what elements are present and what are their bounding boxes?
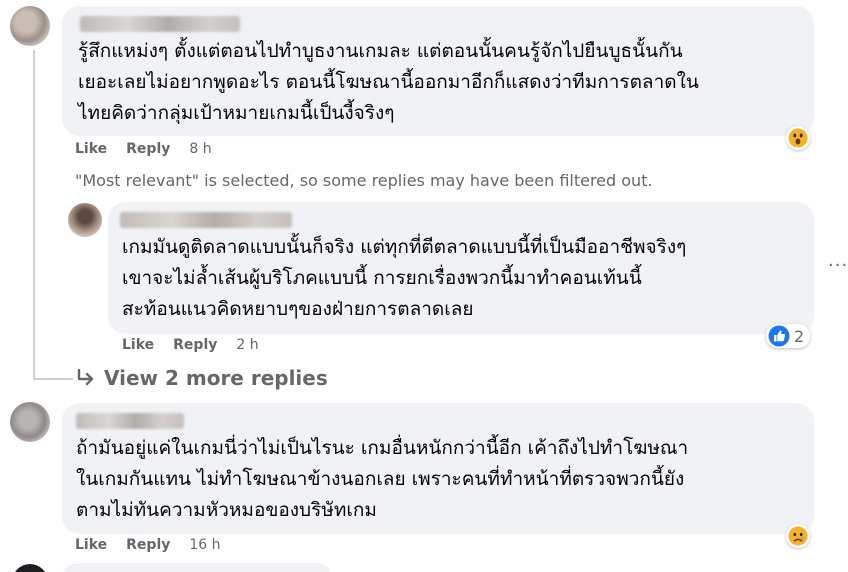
comment-actions: Like Reply 16 h [75,537,221,553]
thread-line [33,50,35,380]
comment-actions: Like Reply 2 h [122,337,259,353]
comment-bubble [62,563,332,572]
like-button[interactable]: Like [75,537,107,553]
wow-reaction-icon[interactable] [786,126,810,150]
avatar[interactable] [10,402,50,442]
comment-text-line: รู้สึกแหม่งๆ ตั้งแต่ตอนไปทำบูธงานเกมละ แ… [78,40,683,62]
comment-timestamp[interactable]: 8 h [189,141,211,157]
like-reaction-icon [768,325,790,347]
comment-text: รู้สึกแหม่งๆ ตั้งแต่ตอนไปทำบูธงานเกมละ แ… [78,36,699,129]
comment-text-line: ไทยคิดว่ากลุ่มเป้าหมายเกมนี้เป็นงี้จริงๆ [78,102,395,124]
view-more-replies-label: View 2 more replies [104,366,328,390]
comment-text: ถ้ามันอยู่แค่ในเกมนี่ว่าไม่เป็นไรนะ เกมอ… [76,433,688,526]
comment-text-line: ในเกมกันแทน ไม่ทำโฆษณาข้างนอกเลย เพราะคน… [76,468,685,490]
like-button[interactable]: Like [122,337,154,353]
avatar[interactable] [68,203,102,237]
comment-text-line: เกมมันดูติดลาดแบบนั้นก็จริง แต่ทุกที่ตีต… [122,236,687,258]
comment-text-line: เขาจะไม่ล้ำเส้นผู้บริโภคแบบนี้ การยกเรื่… [122,267,642,289]
comment-timestamp[interactable]: 2 h [236,337,258,353]
reply-button[interactable]: Reply [173,337,217,353]
sad-emoji-icon [788,526,808,546]
reply-arrow-icon [77,369,94,386]
reply-button[interactable]: Reply [126,141,170,157]
avatar[interactable] [10,6,50,46]
comment-text-line: สะท้อนแนวคิดหยาบๆของฝ่ายการตลาดเลย [122,298,474,320]
filter-note: "Most relevant" is selected, so some rep… [75,171,653,190]
comment-text-line: ถ้ามันอยู่แค่ในเกมนี่ว่าไม่เป็นไรนะ เกมอ… [76,437,689,459]
sad-reaction-icon[interactable] [786,524,810,548]
reaction-count: 2 [794,326,805,346]
commenter-name[interactable] [76,413,184,429]
comment-bubble: ถ้ามันอยู่แค่ในเกมนี่ว่าไม่เป็นไรนะ เกมอ… [62,403,814,534]
view-more-replies-button[interactable]: View 2 more replies [76,366,328,390]
commenter-name[interactable] [80,16,240,32]
comment-text-line: ตามไม่ทันความหัวหมอของบริษัทเกม [76,499,377,521]
comment-bubble: รู้สึกแหม่งๆ ตั้งแต่ตอนไปทำบูธงานเกมละ แ… [62,6,814,136]
like-button[interactable]: Like [75,141,107,157]
reply-button[interactable]: Reply [126,537,170,553]
wow-emoji-icon [788,128,808,148]
comment-text: เกมมันดูติดลาดแบบนั้นก็จริง แต่ทุกที่ตีต… [122,232,686,325]
comment-actions: Like Reply 8 h [75,141,212,157]
comment-text-line: เยอะเลยไม่อยากพูดอะไร ตอนนี้โฆษณานี้ออกม… [78,71,699,93]
more-options-button[interactable]: ··· [828,255,848,276]
comments-section: รู้สึกแหม่งๆ ตั้งแต่ตอนไปทำบูธงานเกมละ แ… [0,0,848,572]
thread-line-reply [33,378,73,380]
avatar[interactable] [12,564,48,572]
reply-bubble: เกมมันดูติดลาดแบบนั้นก็จริง แต่ทุกที่ตีต… [108,202,814,334]
like-reaction-count[interactable]: 2 [766,324,811,348]
commenter-name[interactable] [120,212,292,228]
comment-timestamp[interactable]: 16 h [189,537,220,553]
